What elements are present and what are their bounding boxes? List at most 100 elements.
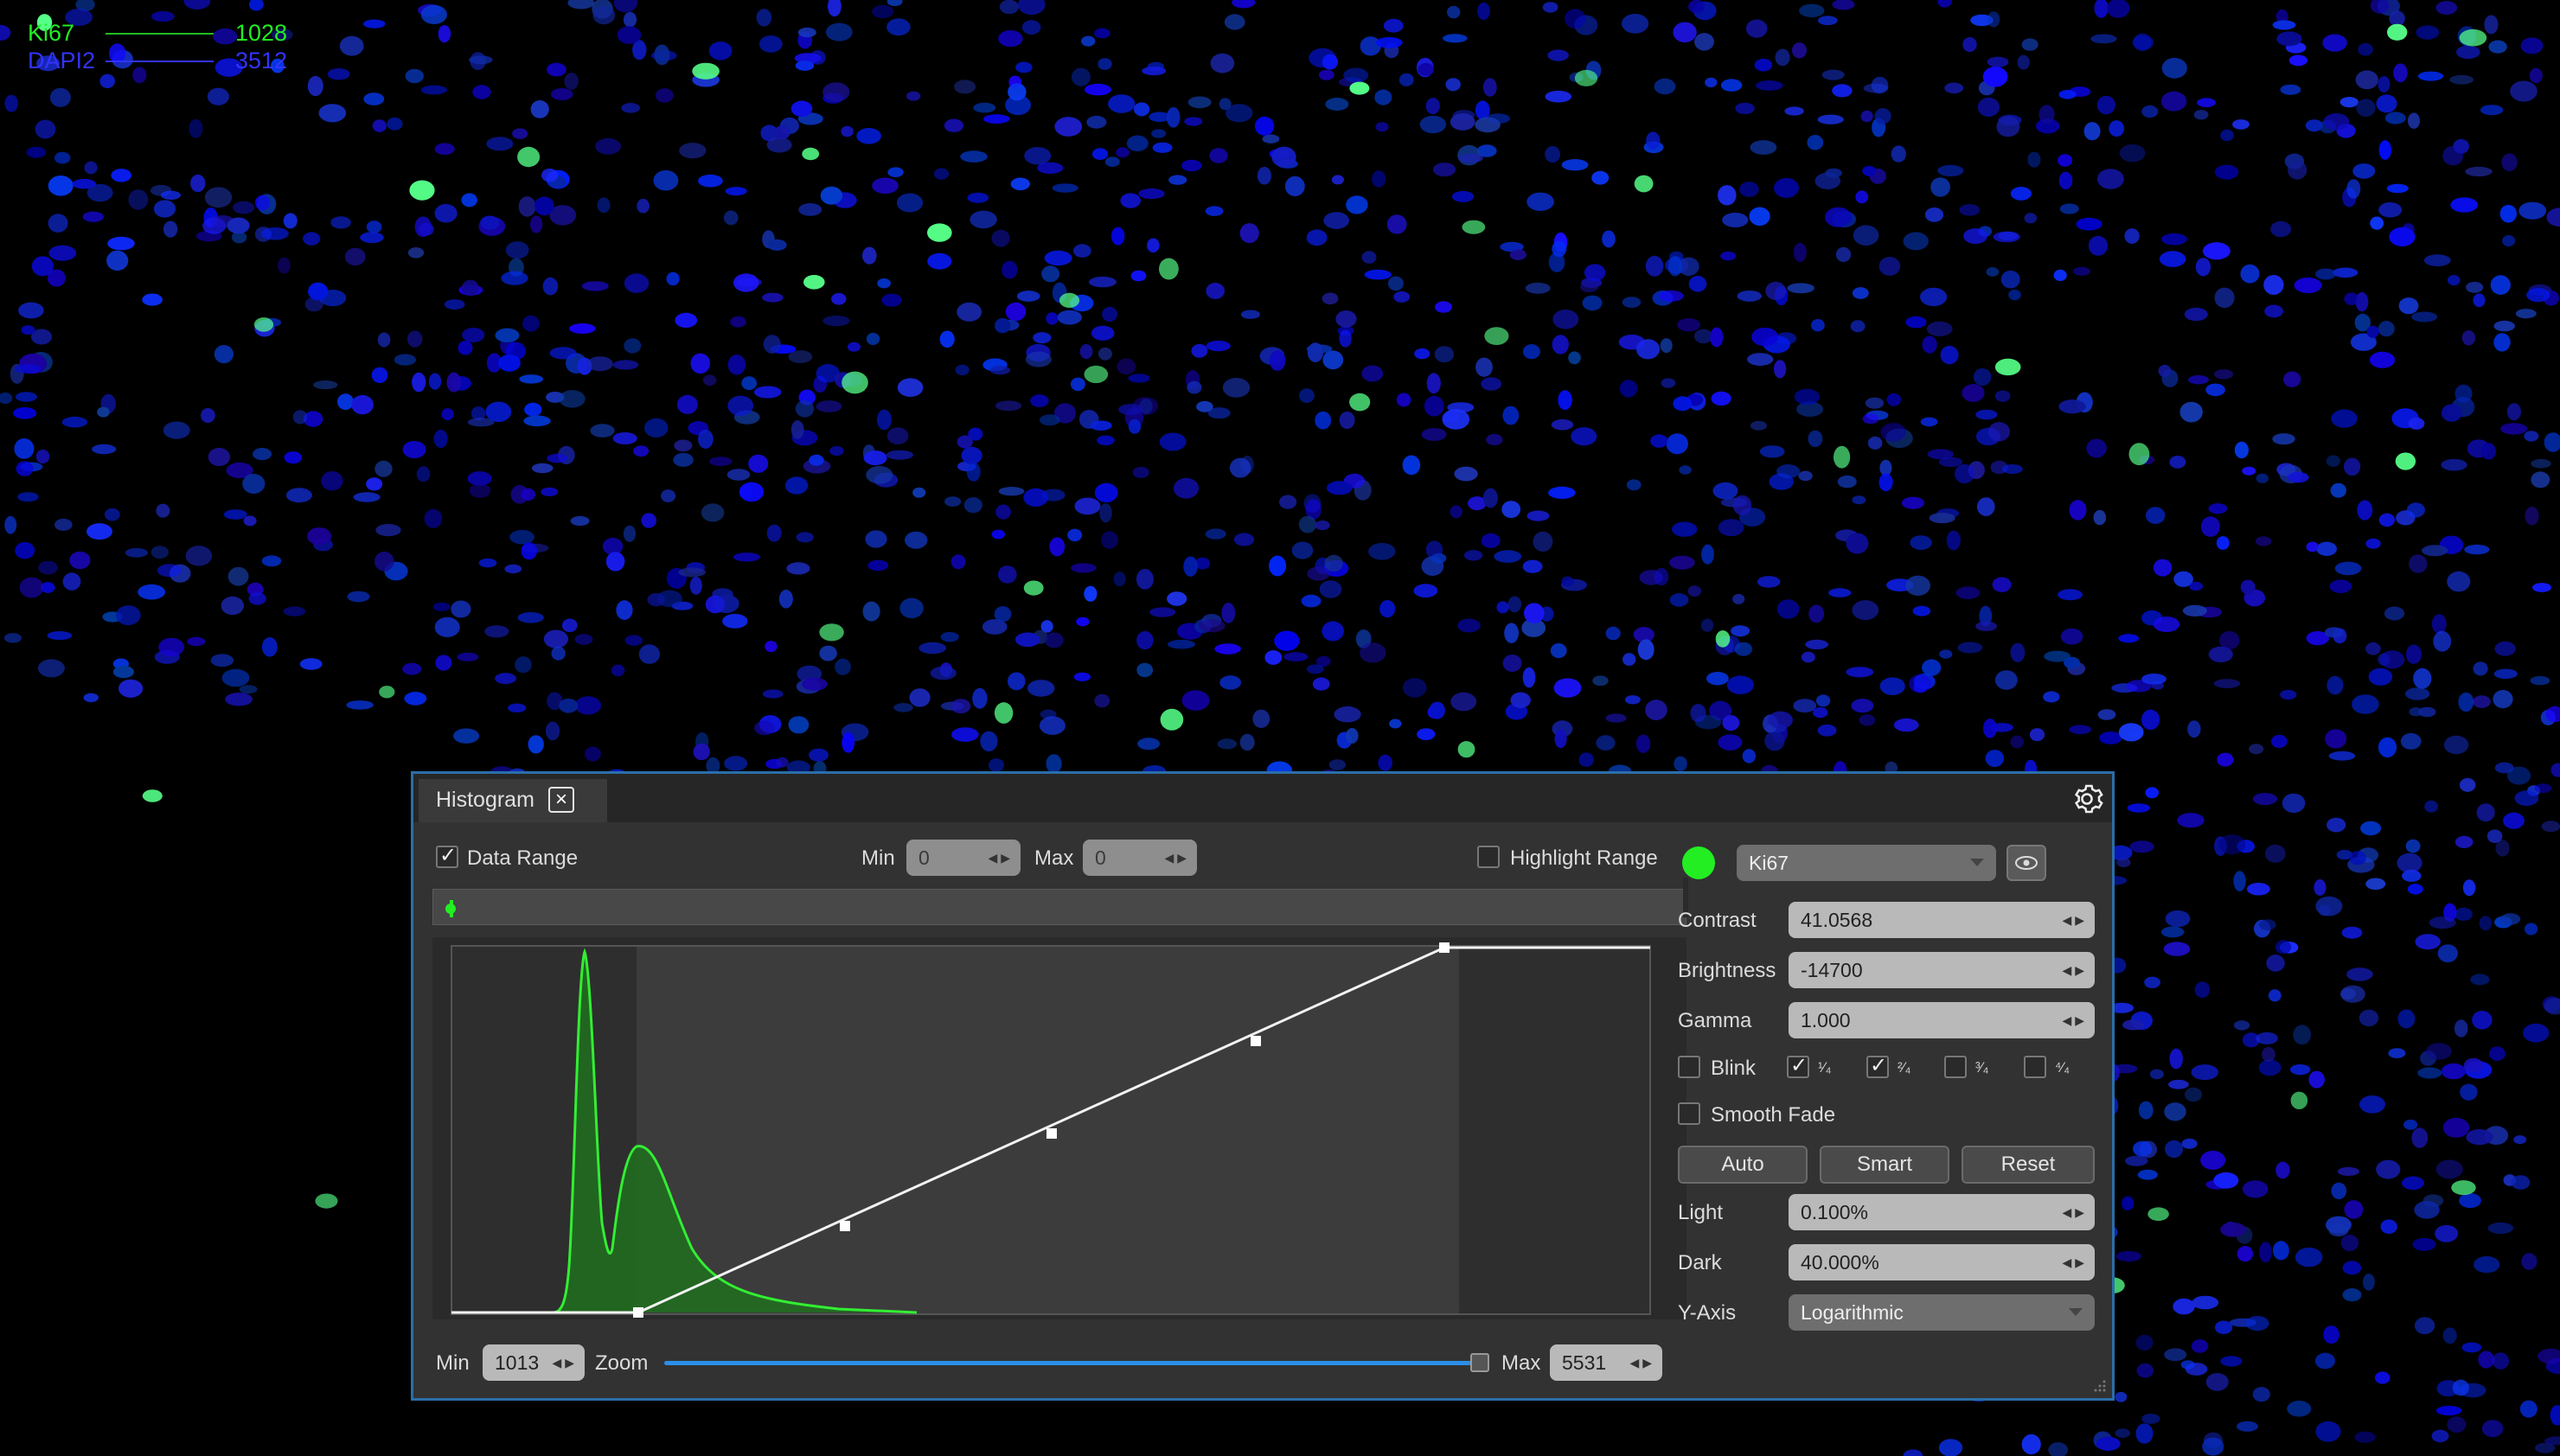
nucleus xyxy=(318,104,347,123)
spin-arrows-icon[interactable]: ◀▶ xyxy=(552,1344,578,1381)
nucleus xyxy=(2109,120,2124,137)
spin-arrows-icon[interactable]: ◀▶ xyxy=(1629,1344,1655,1381)
curve-handle[interactable] xyxy=(1046,1128,1057,1139)
spin-arrows-icon[interactable]: ◀▶ xyxy=(988,840,1014,876)
nucleus xyxy=(2153,616,2180,633)
zoom-max-input[interactable]: 5531 ◀▶ xyxy=(1550,1344,1662,1381)
gear-icon[interactable] xyxy=(2070,782,2103,815)
nucleus xyxy=(788,716,810,734)
nucleus xyxy=(106,250,129,271)
nucleus xyxy=(1645,699,1667,720)
nucleus xyxy=(2393,63,2408,83)
nucleus xyxy=(531,463,554,474)
reset-button[interactable]: Reset xyxy=(1962,1146,2095,1184)
smart-button[interactable]: Smart xyxy=(1820,1146,1949,1184)
range-slider-handle[interactable] xyxy=(445,904,456,914)
tab-histogram[interactable]: Histogram × xyxy=(419,779,607,822)
nucleus xyxy=(1818,16,1838,26)
nucleus xyxy=(866,465,893,484)
spin-arrows-icon[interactable]: ◀▶ xyxy=(2062,1194,2088,1230)
nucleus xyxy=(495,673,516,685)
nucleus xyxy=(998,30,1023,48)
nucleus xyxy=(1874,108,1891,125)
nucleus xyxy=(2405,839,2421,853)
nucleus xyxy=(2374,1371,2390,1384)
nucleus xyxy=(2179,401,2203,423)
histogram-plot[interactable] xyxy=(432,937,1686,1319)
blink-checkbox[interactable] xyxy=(1678,1056,1700,1078)
nucleus xyxy=(2333,267,2358,278)
nucleus xyxy=(1091,325,1115,341)
nucleus xyxy=(253,448,272,461)
nucleus xyxy=(1765,281,1787,300)
brightness-input[interactable]: -14700 ◀▶ xyxy=(1789,952,2095,988)
nucleus xyxy=(515,656,532,674)
data-max-input[interactable]: 0 ◀▶ xyxy=(1083,840,1197,876)
nucleus xyxy=(1149,607,1176,617)
zoom-label: Zoom xyxy=(595,1351,649,1375)
spin-arrows-icon[interactable]: ◀▶ xyxy=(2062,952,2088,988)
nucleus xyxy=(2449,74,2474,85)
spin-arrows-icon[interactable]: ◀▶ xyxy=(2062,1002,2088,1038)
channel-select[interactable]: Ki67 xyxy=(1737,845,1996,881)
nucleus xyxy=(1137,738,1161,750)
nucleus xyxy=(201,408,215,423)
nucleus xyxy=(1571,427,1597,446)
nucleus xyxy=(0,24,11,41)
data-range-slider[interactable] xyxy=(432,889,1686,925)
highlight-range-checkbox[interactable] xyxy=(1477,846,1500,868)
light-input[interactable]: 0.100% ◀▶ xyxy=(1789,1194,2095,1230)
nucleus xyxy=(1052,183,1078,193)
curve-handle[interactable] xyxy=(1439,942,1450,953)
zoom-slider-handle[interactable] xyxy=(1470,1353,1489,1372)
nucleus xyxy=(1832,84,1853,98)
nucleus xyxy=(592,5,616,25)
quarter-3-checkbox[interactable] xyxy=(1944,1056,1967,1078)
curve-handle[interactable] xyxy=(840,1221,850,1231)
nucleus xyxy=(1526,510,1550,521)
data-min-input[interactable]: 0 ◀▶ xyxy=(906,840,1021,876)
zoom-min-input[interactable]: 1013 ◀▶ xyxy=(483,1344,585,1381)
nucleus xyxy=(1098,347,1112,361)
nucleus xyxy=(641,513,656,528)
spin-arrows-icon[interactable]: ◀▶ xyxy=(2062,902,2088,938)
auto-button[interactable]: Auto xyxy=(1678,1146,1808,1184)
ki67-positive-nucleus xyxy=(819,623,844,642)
visibility-toggle[interactable] xyxy=(2006,845,2046,881)
nucleus xyxy=(1318,69,1334,80)
spin-arrows-icon[interactable]: ◀▶ xyxy=(2062,1244,2088,1280)
dark-input[interactable]: 40.000% ◀▶ xyxy=(1789,1244,2095,1280)
nucleus xyxy=(469,483,491,498)
nucleus xyxy=(2481,1420,2504,1438)
yaxis-select[interactable]: Logarithmic xyxy=(1789,1294,2095,1331)
curve-handle[interactable] xyxy=(633,1307,643,1318)
spin-arrows-icon[interactable]: ◀▶ xyxy=(1164,840,1190,876)
contrast-input[interactable]: 41.0568 ◀▶ xyxy=(1789,902,2095,938)
nucleus xyxy=(549,347,577,360)
nucleus xyxy=(1136,662,1154,678)
nucleus xyxy=(2326,817,2346,833)
nucleus xyxy=(1553,678,1582,698)
quarter-2-checkbox[interactable] xyxy=(1866,1053,1889,1078)
zoom-slider-track[interactable] xyxy=(664,1361,1472,1365)
quarter-1-checkbox[interactable] xyxy=(1787,1053,1809,1078)
nucleus xyxy=(441,408,454,421)
nucleus xyxy=(1602,230,1616,248)
nucleus xyxy=(2340,985,2365,1003)
close-icon[interactable]: × xyxy=(548,787,574,813)
nucleus xyxy=(790,100,813,117)
quarter-4-checkbox[interactable] xyxy=(2024,1056,2046,1078)
resize-grip-icon[interactable] xyxy=(2091,1377,2107,1393)
nucleus xyxy=(1920,287,1948,307)
smooth-fade-checkbox[interactable] xyxy=(1678,1102,1700,1125)
data-range-checkbox[interactable] xyxy=(436,843,458,868)
gamma-input[interactable]: 1.000 ◀▶ xyxy=(1789,1002,2095,1038)
nucleus xyxy=(1739,182,1759,197)
nucleus xyxy=(865,530,887,548)
nucleus xyxy=(1486,433,1503,446)
channel-color-swatch[interactable] xyxy=(1682,846,1715,879)
curve-handle[interactable] xyxy=(1251,1036,1261,1046)
nucleus xyxy=(762,689,784,699)
nucleus xyxy=(21,325,35,335)
nucleus xyxy=(2315,268,2337,280)
